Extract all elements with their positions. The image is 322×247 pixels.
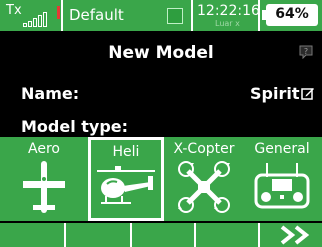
status-square-icon <box>167 8 183 24</box>
svg-text:?: ? <box>304 47 308 56</box>
model-type-aero[interactable]: Aero <box>4 137 84 221</box>
profile-name: Default <box>69 6 124 24</box>
profile-cell[interactable]: Default <box>61 0 193 31</box>
helicopter-icon <box>97 166 155 204</box>
help-icon[interactable]: ? <box>298 45 314 59</box>
lua-indicator: Luar x <box>215 19 240 28</box>
model-type-general[interactable]: General <box>244 137 320 221</box>
model-type-label: Model type: <box>21 117 129 136</box>
model-type-heli[interactable]: Heli <box>88 137 164 221</box>
transmitter-icon <box>254 163 310 209</box>
signal-bars-icon <box>23 11 57 27</box>
model-name-field[interactable]: Spirit <box>250 84 299 103</box>
tx-label: Tx <box>6 3 22 18</box>
page-title: New Model <box>108 43 214 63</box>
model-type-label-heli: Heli <box>112 144 140 160</box>
battery-percent: 64% <box>275 6 309 22</box>
softkey-bar <box>0 223 322 247</box>
model-type-label-general: General <box>254 141 310 157</box>
softkey-4[interactable] <box>196 223 260 247</box>
next-arrows-icon[interactable] <box>278 225 314 245</box>
quadcopter-icon <box>178 161 230 213</box>
model-type-label-aero: Aero <box>28 141 60 157</box>
model-type-selector: Aero Heli X-Copter General <box>0 137 322 221</box>
model-type-xcopter[interactable]: X-Copter <box>168 137 240 221</box>
name-label: Name: <box>21 84 80 103</box>
softkey-2[interactable] <box>66 223 132 247</box>
battery-indicator: 64% <box>266 4 318 26</box>
model-type-label-xcopter: X-Copter <box>173 141 235 157</box>
clock-cell: 12:22:16 Luar x <box>193 0 260 31</box>
alert-marker <box>57 6 60 19</box>
status-bar: Tx Default 12:22:16 Luar x 64% <box>0 0 322 31</box>
softkey-3[interactable] <box>132 223 196 247</box>
softkey-1[interactable] <box>0 223 66 247</box>
clock-time: 12:22:16 <box>197 3 260 19</box>
tx-signal-cell: Tx <box>0 0 61 31</box>
airplane-icon <box>23 161 65 213</box>
edit-icon[interactable] <box>301 86 315 100</box>
